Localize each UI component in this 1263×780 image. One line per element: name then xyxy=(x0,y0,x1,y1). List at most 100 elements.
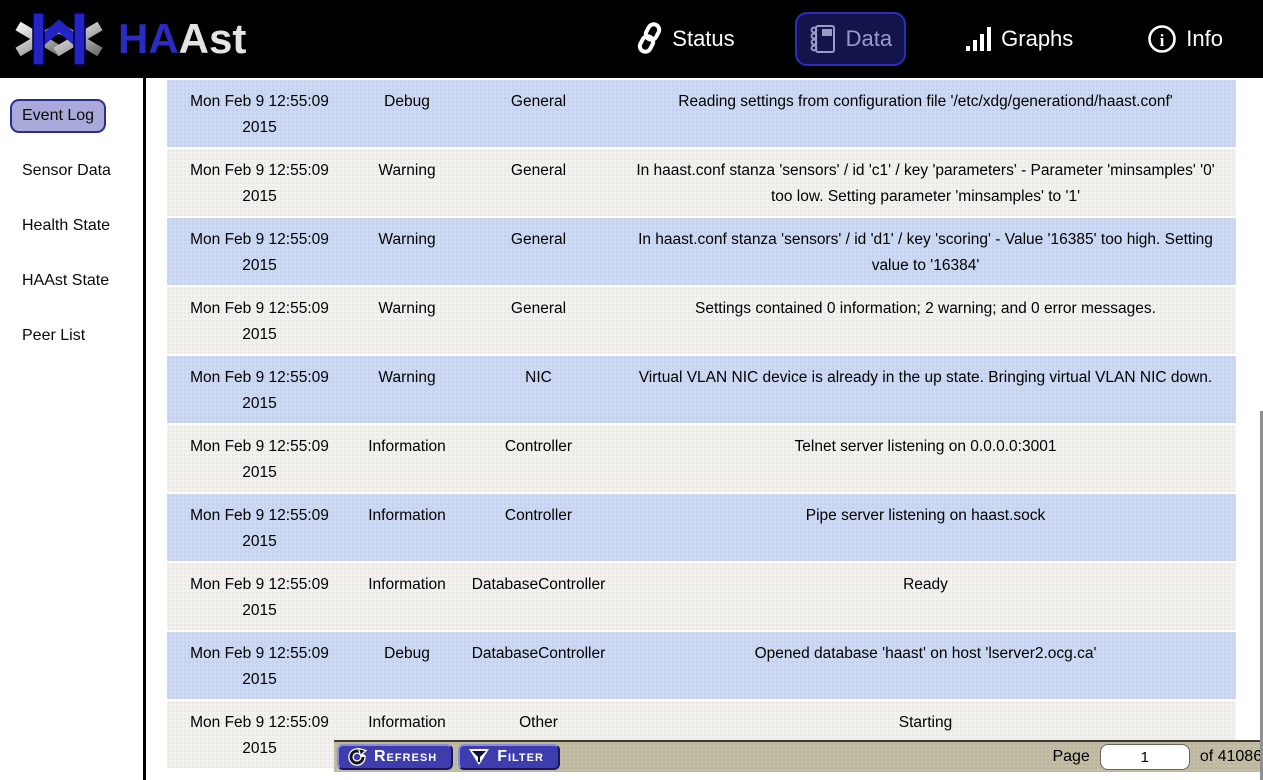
cell-timestamp: Mon Feb 9 12:55:09 2015 xyxy=(167,434,352,486)
cell-timestamp: Mon Feb 9 12:55:09 2015 xyxy=(167,710,352,762)
nav-label: Status xyxy=(672,26,734,52)
cell-timestamp: Mon Feb 9 12:55:09 2015 xyxy=(167,503,352,555)
app-header: HAAst Status Data Graphs xyxy=(0,0,1263,78)
timestamp-date: Mon Feb 9 12:55:09 xyxy=(173,572,346,598)
refresh-button[interactable]: Refresh xyxy=(337,744,453,770)
cell-message: Virtual VLAN NIC device is already in th… xyxy=(615,365,1236,417)
page-number-input[interactable] xyxy=(1100,744,1190,770)
timestamp-date: Mon Feb 9 12:55:09 xyxy=(173,434,346,460)
refresh-icon xyxy=(347,747,367,767)
link-icon xyxy=(637,22,663,56)
timestamp-year: 2015 xyxy=(173,253,346,279)
sidebar-list: Event Log Sensor Data Health State HAAst… xyxy=(0,99,143,374)
cell-message: Pipe server listening on haast.sock xyxy=(615,503,1236,555)
haast-logo-icon xyxy=(8,8,110,70)
cell-severity: Warning xyxy=(352,158,462,210)
filter-funnel-icon xyxy=(468,748,490,767)
logo-ha: HA xyxy=(118,15,179,62)
logo-ast: Ast xyxy=(179,15,247,62)
timestamp-year: 2015 xyxy=(173,391,346,417)
cell-message: In haast.conf stanza 'sensors' / id 'c1'… xyxy=(615,158,1236,210)
cell-message: In haast.conf stanza 'sensors' / id 'd1'… xyxy=(615,227,1236,279)
filter-label: Filter xyxy=(497,748,544,766)
refresh-label: Refresh xyxy=(374,748,437,766)
cell-category: General xyxy=(462,158,615,210)
cell-message: Telnet server listening on 0.0.0.0:3001 xyxy=(615,434,1236,486)
cell-category: DatabaseController xyxy=(462,572,615,624)
cell-message: Reading settings from configuration file… xyxy=(615,89,1236,141)
nav-status[interactable]: Status xyxy=(623,11,748,67)
page-label: Page xyxy=(1052,748,1089,766)
timestamp-date: Mon Feb 9 12:55:09 xyxy=(173,296,346,322)
timestamp-year: 2015 xyxy=(173,598,346,624)
table-footer-bar: Refresh Filter Page of 410865 xyxy=(334,740,1263,772)
cell-timestamp: Mon Feb 9 12:55:09 2015 xyxy=(167,641,352,693)
timestamp-date: Mon Feb 9 12:55:09 xyxy=(173,227,346,253)
table-row[interactable]: Mon Feb 9 12:55:09 2015 Information Cont… xyxy=(167,425,1236,492)
cell-category: General xyxy=(462,227,615,279)
timestamp-year: 2015 xyxy=(173,460,346,486)
cell-severity: Warning xyxy=(352,296,462,348)
cell-category: Controller xyxy=(462,503,615,555)
cell-timestamp: Mon Feb 9 12:55:09 2015 xyxy=(167,227,352,279)
cell-timestamp: Mon Feb 9 12:55:09 2015 xyxy=(167,572,352,624)
cell-severity: Warning xyxy=(352,365,462,417)
cell-message: Opened database 'haast' on host 'lserver… xyxy=(615,641,1236,693)
cell-timestamp: Mon Feb 9 12:55:09 2015 xyxy=(167,296,352,348)
sidebar-divider xyxy=(143,78,146,780)
timestamp-date: Mon Feb 9 12:55:09 xyxy=(173,710,346,736)
timestamp-date: Mon Feb 9 12:55:09 xyxy=(173,158,346,184)
table-row[interactable]: Mon Feb 9 12:55:09 2015 Information Data… xyxy=(167,563,1236,630)
table-row[interactable]: Mon Feb 9 12:55:09 2015 Debug DatabaseCo… xyxy=(167,632,1236,699)
nav-data[interactable]: Data xyxy=(795,12,906,66)
top-nav: Status Data Graphs i Info xyxy=(623,11,1237,67)
svg-text:i: i xyxy=(1160,31,1165,50)
page-body: Event Log Sensor Data Health State HAAst… xyxy=(0,78,1263,780)
sidebar-item-event-log[interactable]: Event Log xyxy=(10,99,106,133)
timestamp-year: 2015 xyxy=(173,184,346,210)
pagination: Page of 410865 xyxy=(1052,743,1263,771)
sidebar-item-health-state[interactable]: Health State xyxy=(10,209,122,243)
event-log-table: Mon Feb 9 12:55:09 2015 Debug General Re… xyxy=(167,78,1236,768)
cell-timestamp: Mon Feb 9 12:55:09 2015 xyxy=(167,89,352,141)
app-logo: HAAst xyxy=(8,8,246,70)
timestamp-year: 2015 xyxy=(173,667,346,693)
nav-label: Data xyxy=(846,26,892,52)
cell-severity: Debug xyxy=(352,89,462,141)
timestamp-year: 2015 xyxy=(173,529,346,555)
nav-label: Graphs xyxy=(1001,26,1073,52)
table-row[interactable]: Mon Feb 9 12:55:09 2015 Warning General … xyxy=(167,218,1236,285)
cell-timestamp: Mon Feb 9 12:55:09 2015 xyxy=(167,365,352,417)
cell-severity: Warning xyxy=(352,227,462,279)
table-row[interactable]: Mon Feb 9 12:55:09 2015 Debug General Re… xyxy=(167,80,1236,147)
table-row[interactable]: Mon Feb 9 12:55:09 2015 Information Cont… xyxy=(167,494,1236,561)
bar-chart-icon xyxy=(966,24,992,54)
sidebar-item-haast-state[interactable]: HAAst State xyxy=(10,264,121,298)
app-title: HAAst xyxy=(118,15,246,63)
cell-message: Ready xyxy=(615,572,1236,624)
nav-info[interactable]: i Info xyxy=(1133,13,1237,65)
cell-category: General xyxy=(462,296,615,348)
cell-timestamp: Mon Feb 9 12:55:09 2015 xyxy=(167,158,352,210)
cell-severity: Information xyxy=(352,572,462,624)
notebook-icon xyxy=(809,23,837,55)
nav-label: Info xyxy=(1186,26,1223,52)
cell-message: Settings contained 0 information; 2 warn… xyxy=(615,296,1236,348)
filter-button[interactable]: Filter xyxy=(458,744,560,770)
page-total-label: of 410865 xyxy=(1200,748,1263,766)
nav-graphs[interactable]: Graphs xyxy=(952,13,1087,65)
cell-severity: Information xyxy=(352,503,462,555)
timestamp-year: 2015 xyxy=(173,322,346,348)
cell-category: General xyxy=(462,89,615,141)
main-content: Mon Feb 9 12:55:09 2015 Debug General Re… xyxy=(167,78,1236,780)
timestamp-date: Mon Feb 9 12:55:09 xyxy=(173,503,346,529)
cell-category: NIC xyxy=(462,365,615,417)
table-row[interactable]: Mon Feb 9 12:55:09 2015 Warning General … xyxy=(167,287,1236,354)
sidebar-item-sensor-data[interactable]: Sensor Data xyxy=(10,154,123,188)
cell-severity: Information xyxy=(352,434,462,486)
timestamp-date: Mon Feb 9 12:55:09 xyxy=(173,365,346,391)
sidebar-item-peer-list[interactable]: Peer List xyxy=(10,319,97,353)
table-row[interactable]: Mon Feb 9 12:55:09 2015 Warning General … xyxy=(167,149,1236,216)
sidebar: Event Log Sensor Data Health State HAAst… xyxy=(0,78,143,780)
table-row[interactable]: Mon Feb 9 12:55:09 2015 Warning NIC Virt… xyxy=(167,356,1236,423)
